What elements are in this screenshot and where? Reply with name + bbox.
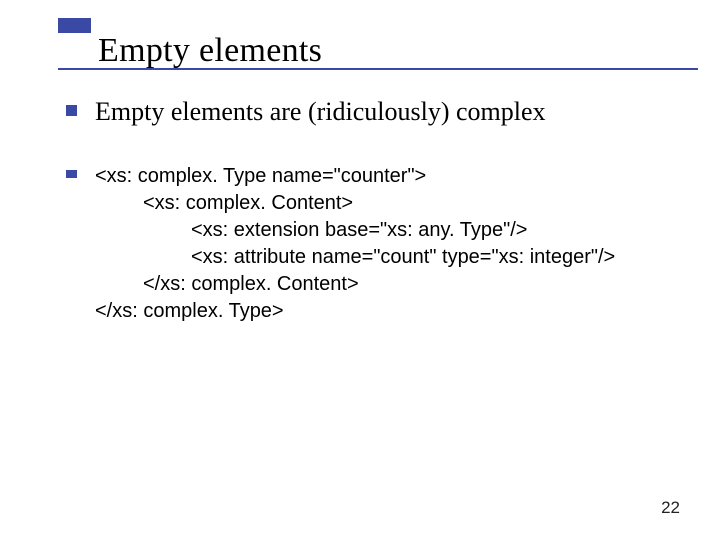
code-line: <xs: complex. Type name="counter"> [95,163,615,190]
code-line: <xs: attribute name="count" type="xs: in… [95,244,615,271]
code-block: <xs: complex. Type name="counter"> <xs: … [95,163,615,325]
title-accent-bar [58,18,91,33]
slide: Empty elements Empty elements are (ridic… [0,0,720,540]
title-block: Empty elements [58,18,322,70]
code-line: </xs: complex. Content> [95,271,615,298]
page-number: 22 [661,498,680,518]
bullet-text: Empty elements are (ridiculously) comple… [95,96,546,129]
slide-title: Empty elements [98,32,322,70]
title-underline [58,68,698,70]
square-bullet-icon [66,105,77,116]
code-row: <xs: complex. Type name="counter"> <xs: … [66,163,666,325]
square-bullet-icon [66,170,77,178]
code-line: <xs: extension base="xs: any. Type"/> [95,217,615,244]
bullet-row: Empty elements are (ridiculously) comple… [66,96,666,129]
content-area: Empty elements are (ridiculously) comple… [66,96,666,359]
code-line: </xs: complex. Type> [95,298,615,325]
code-line: <xs: complex. Content> [95,190,615,217]
